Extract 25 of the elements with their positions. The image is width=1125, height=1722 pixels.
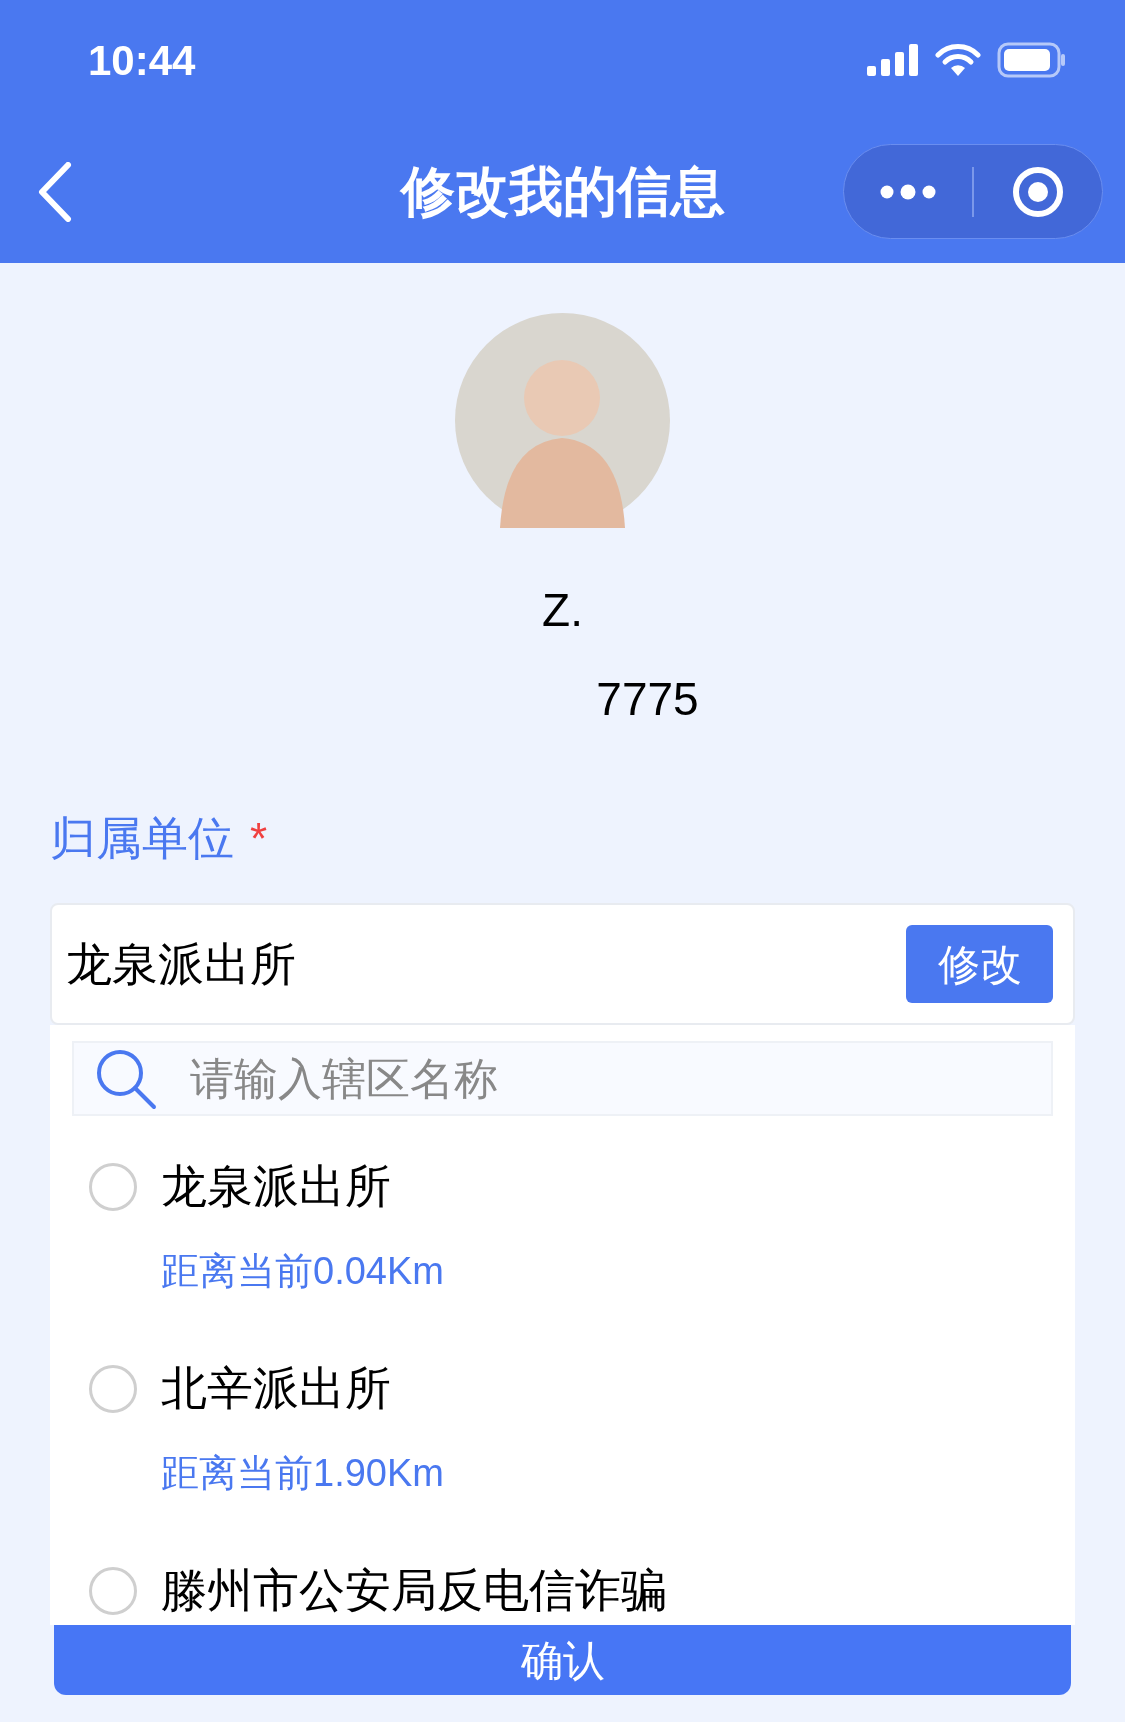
unit-value: 龙泉派出所	[66, 936, 296, 992]
radio-button[interactable]	[89, 1162, 137, 1211]
radio-button[interactable]	[89, 1566, 137, 1615]
user-name: Z.	[542, 583, 583, 638]
search-field[interactable]: 请输入辖区名称	[72, 1041, 1053, 1116]
option-distance: 距离当前1.90Km	[161, 1451, 445, 1496]
search-input[interactable]: 请输入辖区名称	[190, 1045, 1051, 1112]
wifi-icon	[935, 43, 981, 77]
status-time: 10:44	[88, 35, 196, 86]
option-name[interactable]: 北辛派出所	[161, 1354, 391, 1423]
signal-icon	[867, 44, 919, 76]
field-label: 归属单位	[50, 811, 234, 866]
option-name[interactable]: 滕州市公安局反电信诈骗	[161, 1556, 667, 1625]
target-icon	[1011, 164, 1065, 219]
confirm-button[interactable]: 确认	[54, 1625, 1071, 1695]
option-name[interactable]: 龙泉派出所	[161, 1152, 391, 1221]
more-icon	[879, 183, 937, 200]
battery-icon	[997, 42, 1067, 78]
edit-button[interactable]: 修改	[906, 925, 1053, 1003]
required-mark: *	[250, 812, 268, 865]
phone-number: 7775	[596, 672, 699, 727]
back-icon	[38, 161, 72, 222]
radio-button[interactable]	[89, 1364, 137, 1413]
page-title: 修改我的信息	[399, 160, 726, 223]
option-distance: 距离当前0.04Km	[161, 1249, 445, 1294]
